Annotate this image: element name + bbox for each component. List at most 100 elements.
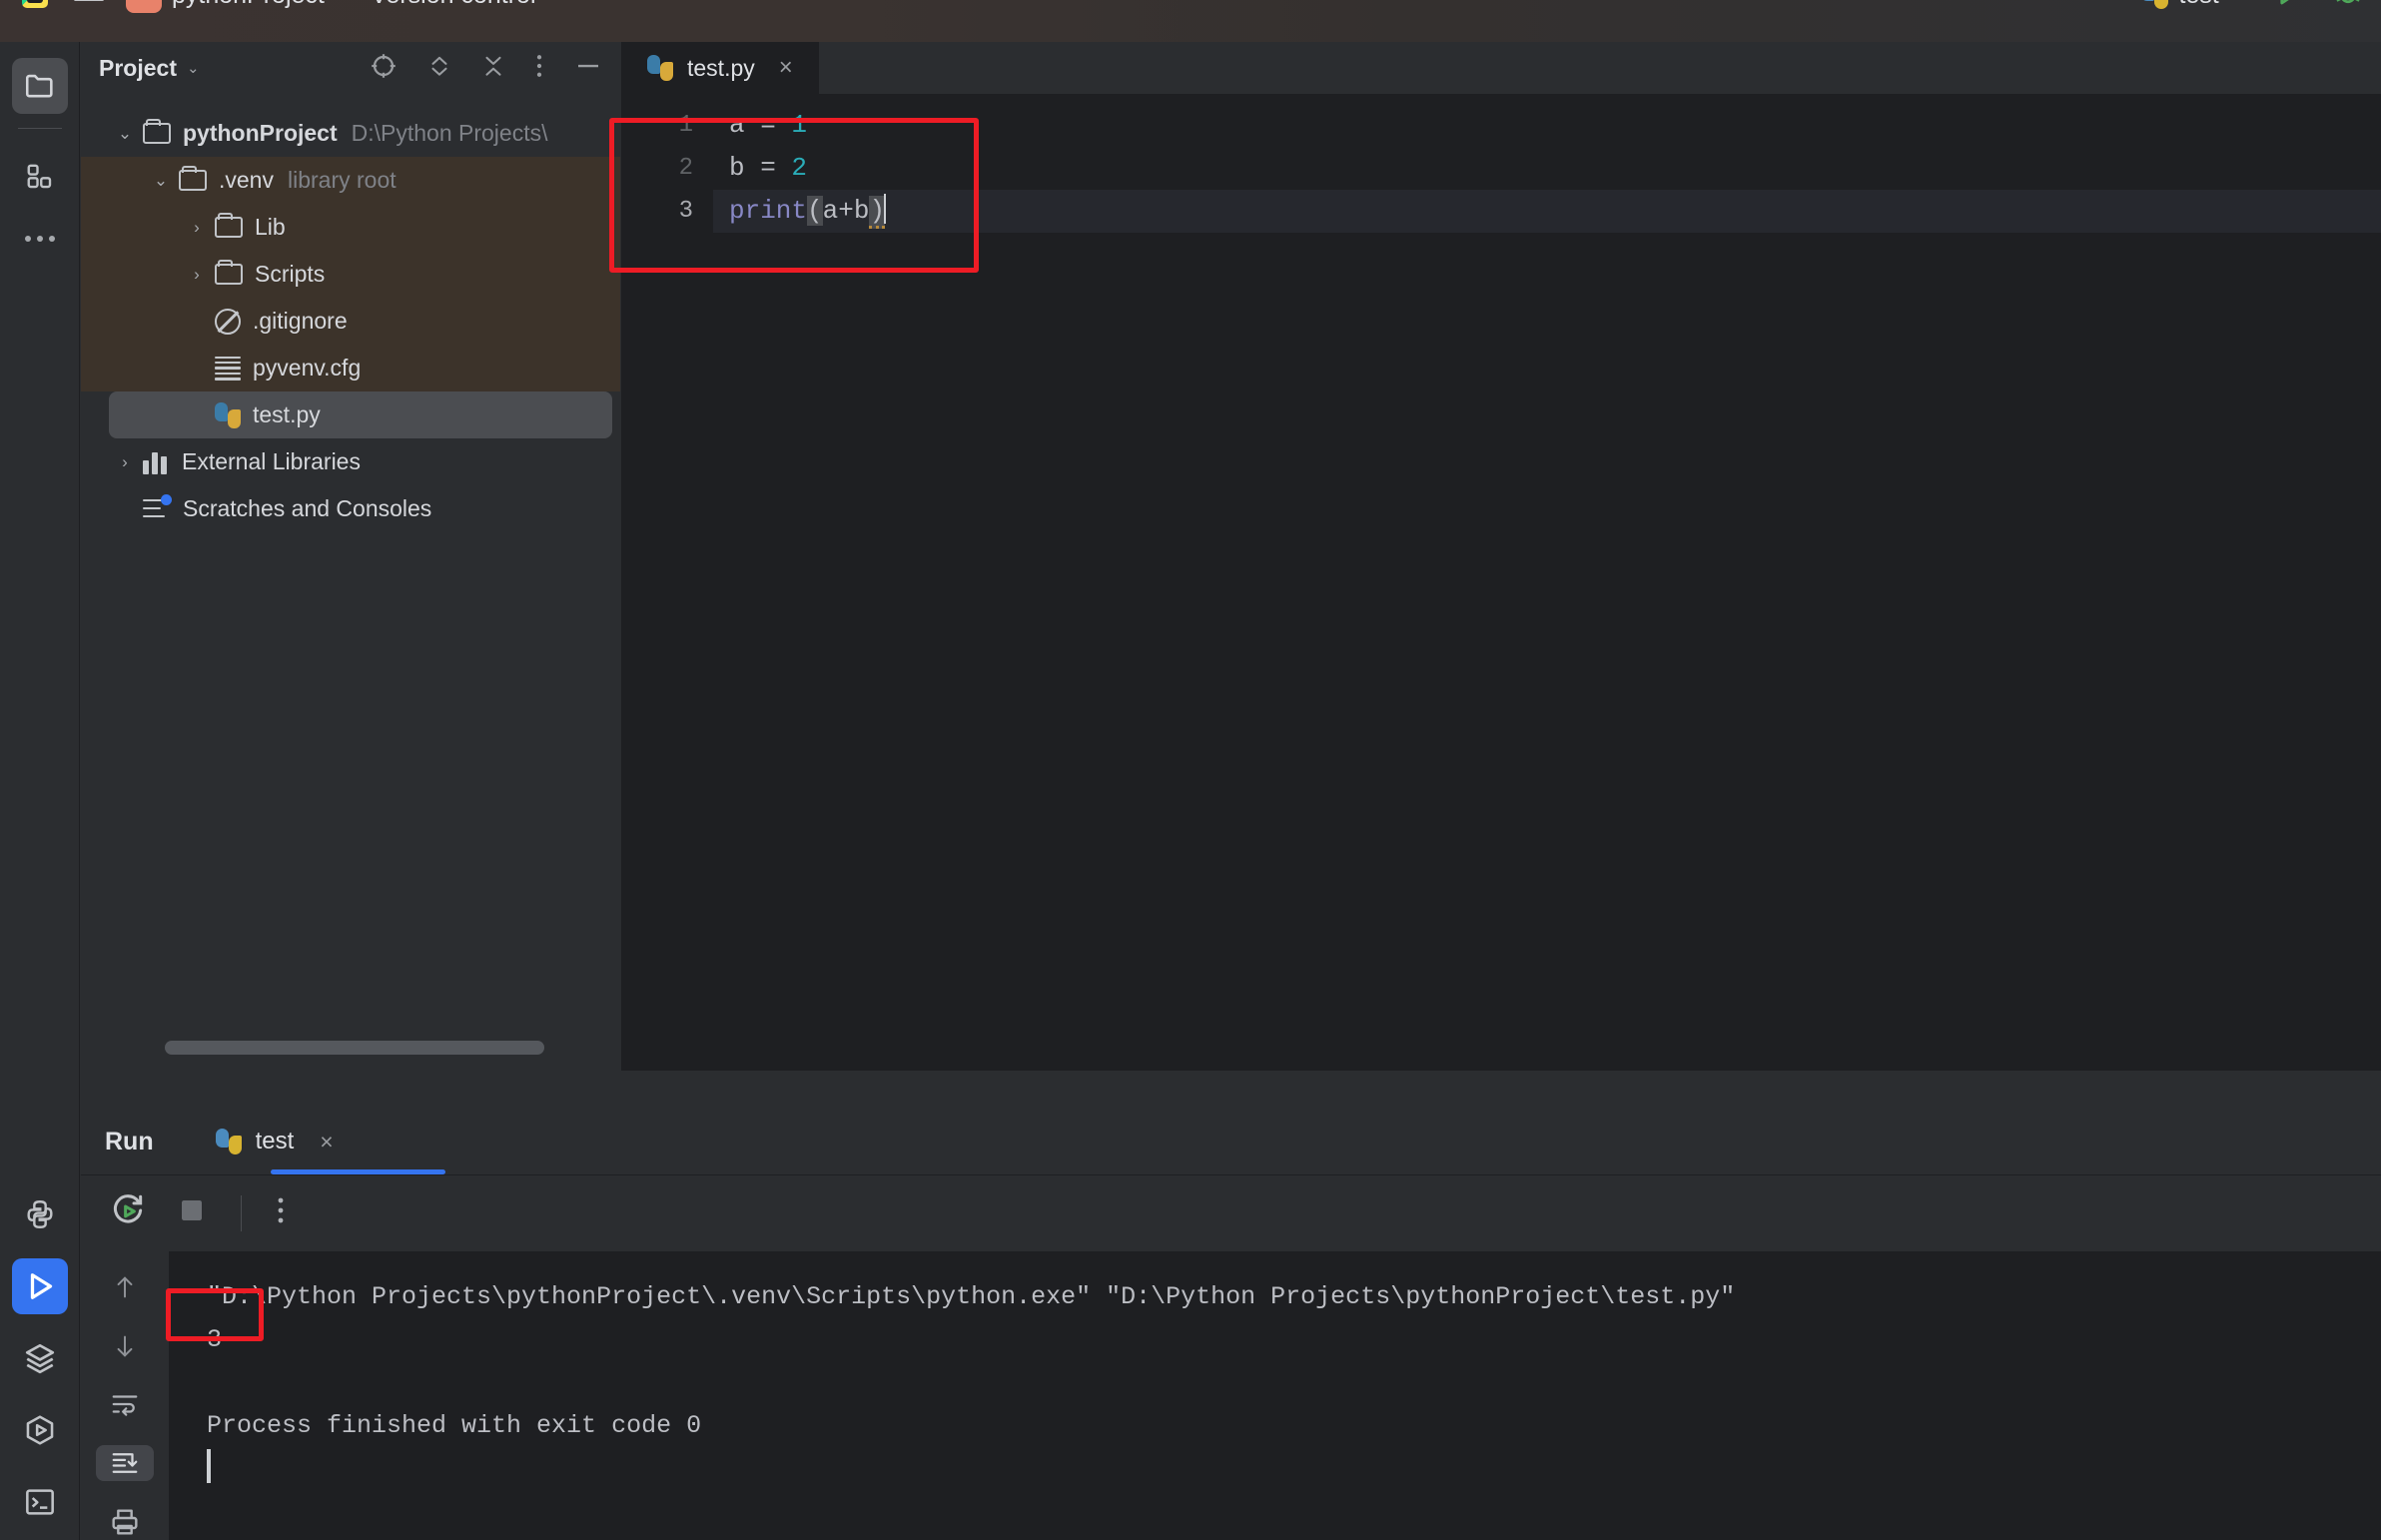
code-line-1[interactable]: a = 1 — [713, 104, 2381, 147]
console-output[interactable]: "D:\Python Projects\pythonProject\.venv\… — [169, 1251, 2381, 1540]
debug-bug-icon[interactable] — [2333, 0, 2363, 13]
services-tool-window[interactable] — [12, 1330, 68, 1386]
run-config-label: test — [2178, 0, 2218, 10]
tree-item-label: test.py — [253, 401, 321, 427]
more-tool-windows[interactable] — [12, 211, 68, 267]
run-tool-panel: Run test × "D:\Python Projects\pythonPro… — [81, 1109, 2381, 1540]
text-caret — [884, 194, 887, 224]
version-control-widget[interactable]: Version control ⌄ — [371, 0, 560, 10]
chevron-down-icon: ⌄ — [2229, 0, 2243, 5]
tree-item-scratches-and-consoles[interactable]: · Scratches and Consoles — [81, 485, 620, 532]
project-widget[interactable]: PP pythonProject ⌄ — [126, 0, 349, 13]
run-panel-header: Run test × — [81, 1109, 2381, 1174]
next-occurrence-button[interactable] — [96, 1328, 154, 1365]
hide-panel-icon[interactable] — [572, 51, 604, 86]
tree-item-test-py[interactable]: test.py — [109, 391, 612, 438]
gitignore-icon — [215, 308, 241, 335]
chevron-right-icon[interactable]: › — [107, 452, 143, 472]
python-icon — [2140, 0, 2169, 9]
code-token-function: print — [729, 196, 808, 226]
tree-item-label: .venv — [219, 167, 274, 193]
run-icon[interactable] — [2273, 0, 2303, 13]
tree-item-label: .gitignore — [253, 308, 348, 334]
close-icon[interactable]: × — [320, 1129, 333, 1155]
previous-occurrence-button[interactable] — [96, 1269, 154, 1306]
version-control-label: Version control — [371, 0, 535, 10]
editor-tab-test-py[interactable]: test.py × — [621, 42, 819, 94]
stop-square-icon[interactable] — [177, 1195, 207, 1230]
folder-icon — [143, 119, 171, 144]
library-icon — [143, 450, 170, 474]
tree-item-label: External Libraries — [182, 448, 361, 474]
console-caret — [207, 1449, 211, 1483]
hamburger-menu-icon[interactable] — [74, 0, 104, 1]
chevron-down-icon[interactable]: ⌄ — [107, 124, 143, 144]
run-configuration-selector[interactable]: test ⌄ — [2140, 0, 2243, 10]
tree-item-venv[interactable]: ⌄ .venv library root — [81, 157, 620, 204]
commit-tool-window[interactable] — [12, 149, 68, 205]
scroll-to-end-button[interactable] — [96, 1444, 154, 1482]
run-options-kebab-icon[interactable] — [276, 1194, 286, 1231]
project-tree: ⌄ pythonProject D:\Python Projects\ ⌄ .v… — [81, 94, 620, 532]
editor-horizontal-scrollbar[interactable] — [621, 1049, 2381, 1071]
run-panel-title: Run — [105, 1127, 154, 1155]
terminal-tool-window[interactable] — [12, 1474, 68, 1530]
tree-item-lib[interactable]: › Lib — [81, 204, 620, 251]
printer-icon[interactable] — [96, 1503, 154, 1540]
folder-icon — [215, 260, 243, 285]
code-line-3[interactable]: print(a+b) — [713, 190, 2381, 233]
project-tool-panel: Project ⌄ ⌄ pythonProject D:\Python Proj… — [81, 42, 620, 1071]
run-tool-window[interactable] — [11, 1258, 68, 1314]
folder-icon — [215, 213, 243, 238]
close-icon[interactable]: × — [779, 54, 793, 82]
chevron-right-icon[interactable]: › — [179, 265, 215, 285]
tree-item-pythonproject[interactable]: ⌄ pythonProject D:\Python Projects\ — [81, 110, 620, 157]
code-text-area[interactable]: a = 1 b = 2 print(a+b) — [713, 94, 2381, 1049]
run-toolbar — [81, 1174, 2381, 1250]
code-token-bracket-open: ( — [807, 196, 823, 226]
project-panel-title: Project — [99, 54, 177, 81]
config-file-icon — [215, 356, 241, 381]
soft-wrap-button[interactable] — [96, 1386, 154, 1423]
run-tab-label: test — [255, 1128, 295, 1155]
project-horizontal-scrollbar[interactable] — [165, 1041, 544, 1055]
expand-all-icon[interactable] — [426, 51, 452, 86]
chevron-down-icon[interactable]: ⌄ — [143, 171, 179, 191]
rerun-icon[interactable] — [109, 1191, 147, 1234]
console-line-exit: Process finished with exit code 0 — [207, 1411, 702, 1440]
code-line-2[interactable]: b = 2 — [713, 147, 2381, 190]
code-token-number: 2 — [791, 153, 808, 183]
select-opened-file-icon[interactable] — [369, 51, 398, 86]
editor-body[interactable]: 1 2 3 a = 1 b = 2 print(a+b) — [621, 94, 2381, 1049]
project-name-label: pythonProject — [172, 0, 325, 10]
tree-item-external-libraries[interactable]: › External Libraries — [81, 438, 620, 485]
tree-item-gitignore[interactable]: .gitignore — [81, 298, 620, 345]
line-number: 2 — [678, 155, 693, 182]
tree-item-pyvenv-cfg[interactable]: pyvenv.cfg — [81, 345, 620, 391]
code-token-number: 1 — [791, 110, 808, 140]
chevron-down-icon: ⌄ — [546, 0, 560, 5]
run-anything[interactable] — [12, 1402, 68, 1458]
console-line-command: "D:\Python Projects\pythonProject\.venv\… — [207, 1282, 1736, 1311]
project-tool-window[interactable] — [11, 58, 68, 114]
editor-tabbar: test.py × — [621, 42, 2381, 94]
python-file-icon — [215, 401, 241, 428]
run-tab-test[interactable]: test × — [215, 1109, 334, 1174]
tree-item-label: pythonProject — [183, 120, 338, 146]
code-token: a+b — [822, 196, 870, 226]
left-tool-rail — [0, 42, 80, 1540]
tree-item-scripts[interactable]: › Scripts — [81, 251, 620, 298]
line-number: 1 — [678, 112, 693, 139]
project-badge: PP — [126, 0, 162, 13]
chevron-right-icon[interactable]: › — [179, 218, 215, 238]
collapse-all-icon[interactable] — [480, 51, 506, 86]
chevron-down-icon: ⌄ — [186, 60, 200, 77]
options-icon[interactable] — [534, 51, 544, 86]
tree-item-label: Lib — [255, 214, 286, 240]
python-console[interactable] — [12, 1186, 68, 1242]
code-token-bracket-close: ) — [869, 196, 886, 229]
tree-item-label: pyvenv.cfg — [253, 355, 362, 381]
python-file-icon — [647, 55, 673, 81]
editor-tab-label: test.py — [687, 54, 755, 81]
